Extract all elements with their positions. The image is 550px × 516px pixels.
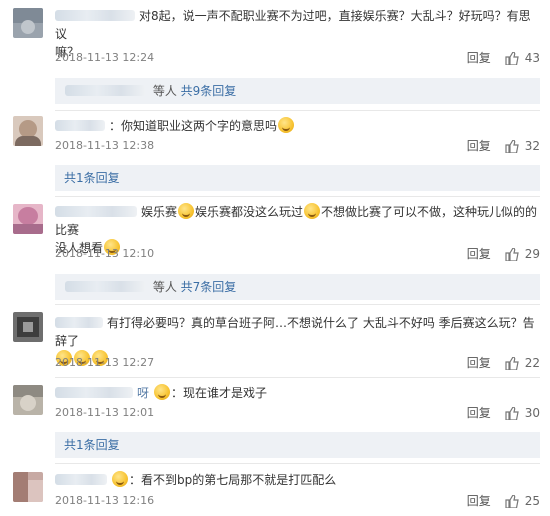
thumbs-up-icon	[505, 247, 519, 261]
like-count: 22	[524, 356, 540, 370]
reply-button[interactable]: 回复	[467, 354, 491, 372]
smile-emoji-icon	[278, 117, 295, 133]
like-count: 29	[524, 247, 540, 261]
avatar[interactable]	[13, 472, 43, 502]
reply-button[interactable]: 回复	[467, 49, 491, 67]
like-button[interactable]: 22	[505, 354, 540, 372]
comment-meta: 2018-11-13 12:16 回复 25	[55, 492, 540, 510]
sub-replies-box: 等人 共9条回复	[55, 78, 540, 104]
timestamp: 2018-11-13 12:16	[55, 494, 155, 507]
username-blurred[interactable]	[55, 474, 107, 485]
username-blurred[interactable]	[55, 387, 133, 398]
comment-text: ：看不到bp的第七局那不就是打匹配么	[55, 471, 540, 489]
divider	[55, 377, 540, 378]
timestamp: 2018-11-13 12:01	[55, 406, 155, 419]
avatar[interactable]	[13, 116, 43, 146]
username-tail[interactable]: 呀	[137, 386, 149, 400]
sub-replies-box: 共1条回复	[55, 432, 540, 458]
thumbs-up-icon	[505, 494, 519, 508]
reply-users-blurred	[65, 281, 145, 292]
comment-text: 呀：现在谁才是戏子	[55, 384, 540, 402]
comment-feed: 对8起，说一声不配职业赛不为过吧，直接娱乐赛？大乱斗？好玩吗？有思议 嘛？ 20…	[0, 0, 550, 516]
like-count: 30	[524, 406, 540, 420]
avatar[interactable]	[13, 204, 43, 234]
timestamp: 2018-11-13 12:10	[55, 247, 155, 260]
comment-text: ：你知道职业这两个字的意思吗	[55, 117, 540, 135]
reply-button[interactable]: 回复	[467, 137, 491, 155]
like-count: 32	[524, 139, 540, 153]
reply-button[interactable]: 回复	[467, 404, 491, 422]
view-replies-link[interactable]: 共9条回复	[181, 84, 237, 98]
view-replies-link[interactable]: 共7条回复	[181, 280, 237, 294]
timestamp: 2018-11-13 12:24	[55, 51, 155, 64]
comment-meta: 2018-11-13 12:01 回复 30	[55, 404, 540, 422]
like-button[interactable]: 29	[505, 245, 540, 263]
timestamp: 2018-11-13 12:38	[55, 139, 155, 152]
like-button[interactable]: 43	[505, 49, 540, 67]
sub-replies-box: 等人 共7条回复	[55, 274, 540, 300]
thumbs-up-icon	[505, 51, 519, 65]
username-blurred[interactable]	[55, 10, 135, 21]
reply-users-label: 等人	[152, 84, 177, 98]
thumbs-up-icon	[505, 356, 519, 370]
username-blurred[interactable]	[55, 120, 105, 131]
divider	[55, 110, 540, 111]
comment-meta: 2018-11-13 12:27 回复 22	[55, 354, 540, 372]
divider	[55, 196, 540, 197]
reply-users-label: 等人	[152, 280, 177, 294]
like-button[interactable]: 30	[505, 404, 540, 422]
comment-meta: 2018-11-13 12:24 回复 43	[55, 49, 540, 67]
username-blurred[interactable]	[55, 317, 103, 328]
sweat-emoji-icon	[112, 471, 128, 487]
view-replies-link[interactable]: 共1条回复	[64, 438, 120, 452]
divider	[55, 463, 540, 464]
view-replies-link[interactable]: 共1条回复	[64, 171, 120, 185]
like-count: 43	[524, 51, 540, 65]
username-blurred[interactable]	[55, 206, 137, 217]
avatar[interactable]	[13, 8, 43, 38]
like-button[interactable]: 25	[505, 492, 540, 510]
avatar[interactable]	[13, 385, 43, 415]
timestamp: 2018-11-13 12:27	[55, 356, 155, 369]
thumbs-up-icon	[505, 139, 519, 153]
sub-replies-box: 共1条回复	[55, 165, 540, 191]
like-button[interactable]: 32	[505, 137, 540, 155]
reply-button[interactable]: 回复	[467, 492, 491, 510]
thumbs-up-icon	[505, 406, 519, 420]
comment-meta: 2018-11-13 12:38 回复 32	[55, 137, 540, 155]
reply-users-blurred	[65, 85, 145, 96]
divider	[55, 304, 540, 305]
avatar[interactable]	[13, 312, 43, 342]
laugh-emoji-icon	[178, 203, 195, 219]
comment-meta: 2018-11-13 12:10 回复 29	[55, 245, 540, 263]
sweat-emoji-icon	[154, 384, 171, 400]
angry-emoji-icon	[304, 203, 321, 219]
reply-button[interactable]: 回复	[467, 245, 491, 263]
like-count: 25	[524, 494, 540, 508]
